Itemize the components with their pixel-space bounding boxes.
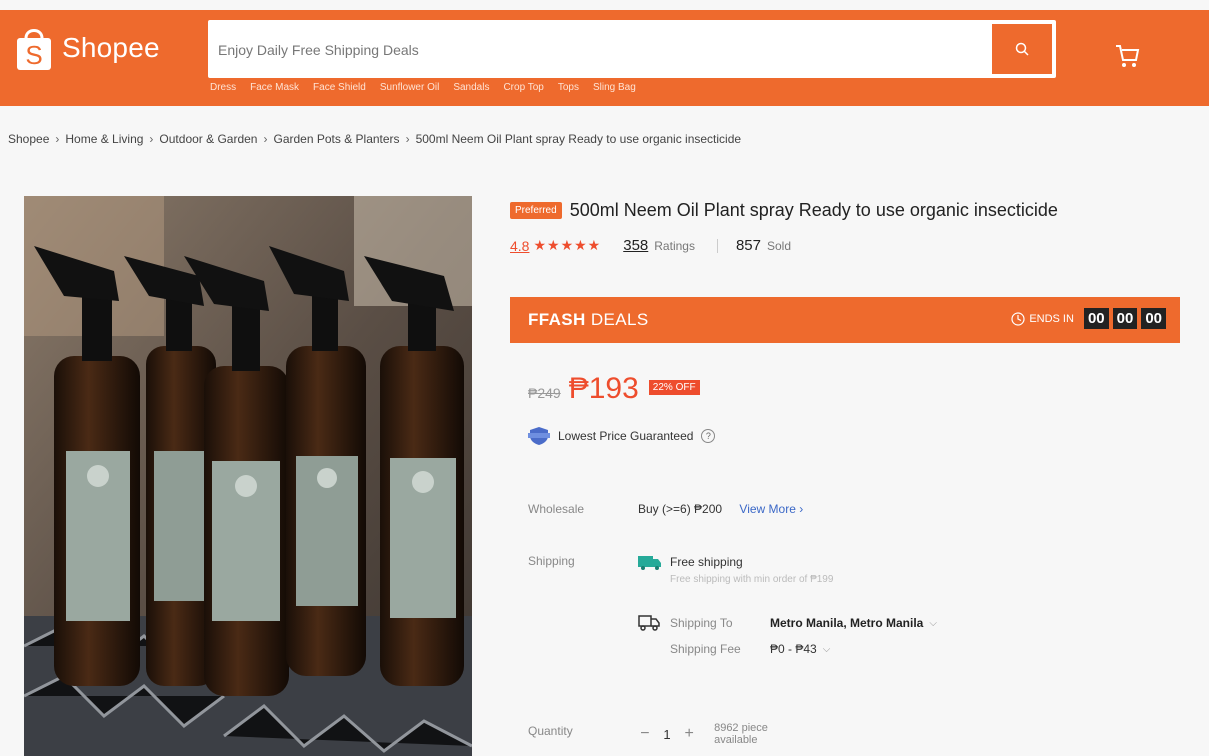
quantity-input[interactable]: 1 bbox=[652, 727, 682, 742]
wholesale-value: Buy (>=6) ₱200 View More › bbox=[638, 502, 803, 516]
original-price: ₱249 bbox=[528, 385, 561, 401]
flash-deals-title: FFASH DEALS bbox=[528, 310, 649, 330]
shipping-destination: Shipping To Metro Manila, Metro Manila ⌵… bbox=[638, 610, 1058, 662]
stats-divider bbox=[716, 238, 718, 253]
free-shipping-icon bbox=[638, 556, 661, 570]
free-shipping-block: Free shipping Free shipping with min ord… bbox=[638, 554, 1038, 585]
logo-letter: S bbox=[25, 40, 42, 70]
search-button[interactable] bbox=[992, 24, 1052, 74]
product-page: S Shopee Dress Face Mask bbox=[0, 0, 1209, 756]
shipping-fee-value[interactable]: ₱0 - ₱43 bbox=[770, 642, 817, 656]
timer-minutes: 00 bbox=[1112, 308, 1138, 329]
search-suggestions: Dress Face Mask Face Shield Sunflower Oi… bbox=[210, 82, 1110, 100]
wholesale-price: Buy (>=6) ₱200 bbox=[638, 502, 723, 516]
timer-seconds: 00 bbox=[1141, 308, 1166, 329]
ratings-label: Ratings bbox=[654, 238, 695, 253]
breadcrumb-item[interactable]: Garden Pots & Planters bbox=[273, 132, 399, 146]
flash-deals-title-a: FFASH bbox=[528, 310, 586, 329]
logo-text: Shopee bbox=[62, 32, 160, 63]
rating-stars: ★★★★★ bbox=[533, 237, 602, 253]
product-title: 500ml Neem Oil Plant spray Ready to use … bbox=[569, 200, 1058, 220]
shipping-fee-label: Shipping Fee bbox=[670, 642, 741, 656]
flash-countdown: ENDS IN 00 00 00 bbox=[1011, 308, 1166, 329]
chevron-down-icon[interactable]: ⌵ bbox=[929, 618, 937, 629]
clock-icon bbox=[1011, 311, 1025, 326]
sale-price: ₱193 bbox=[568, 372, 639, 405]
stock-available: 8962 piece available bbox=[714, 722, 768, 746]
shopee-logo[interactable]: S Shopee bbox=[14, 20, 160, 76]
suggestion-link[interactable]: Sandals bbox=[453, 82, 489, 100]
shipping-to-value[interactable]: Metro Manila, Metro Manila bbox=[770, 616, 923, 630]
price-guarantee: Lowest Price Guaranteed ? bbox=[528, 426, 716, 446]
shipping-to-line: Shipping To Metro Manila, Metro Manila ⌵ bbox=[638, 610, 1058, 636]
product-photo bbox=[24, 196, 472, 756]
cart-button[interactable] bbox=[1112, 40, 1142, 70]
breadcrumb-item[interactable]: Home & Living bbox=[65, 132, 143, 146]
free-shipping-condition: Free shipping with min order of ₱199 bbox=[670, 574, 834, 585]
free-shipping-text: Free shipping bbox=[670, 555, 743, 569]
breadcrumb-item[interactable]: Shopee bbox=[8, 132, 49, 146]
timer-hours: 00 bbox=[1083, 308, 1109, 329]
quantity-row: Quantity − 1 + 8962 piece available bbox=[528, 722, 768, 746]
sold-label: Sold bbox=[766, 238, 792, 253]
truck-icon bbox=[638, 615, 660, 631]
product-image[interactable] bbox=[24, 196, 472, 756]
suggestion-link[interactable]: Crop Top bbox=[503, 82, 543, 100]
search-input[interactable] bbox=[216, 24, 990, 76]
preferred-badge: Preferred bbox=[510, 202, 562, 219]
search-icon bbox=[1015, 42, 1029, 56]
increase-quantity-button[interactable]: + bbox=[682, 725, 696, 743]
view-more-link[interactable]: View More › bbox=[739, 502, 803, 516]
product-title-row: Preferred 500ml Neem Oil Plant spray Rea… bbox=[510, 200, 1190, 221]
breadcrumb-separator: › bbox=[405, 132, 410, 146]
shipping-label: Shipping bbox=[528, 554, 575, 568]
suggestion-link[interactable]: Sling Bag bbox=[593, 82, 636, 100]
discount-badge: 22% OFF bbox=[648, 380, 700, 395]
ends-in-label: ENDS IN bbox=[1029, 312, 1074, 325]
wholesale-row: Wholesale Buy (>=6) ₱200 View More › bbox=[528, 502, 803, 516]
header-bar: S Shopee Dress Face Mask bbox=[0, 10, 1209, 106]
ratings-count[interactable]: 358 bbox=[623, 237, 648, 254]
breadcrumb: Shopee › Home & Living › Outdoor & Garden › Ga… bbox=[8, 132, 741, 146]
decrease-quantity-button[interactable]: − bbox=[638, 725, 652, 743]
breadcrumb-separator: › bbox=[55, 132, 60, 146]
search-bar bbox=[208, 20, 1056, 78]
rating-value[interactable]: 4.8 bbox=[510, 238, 529, 254]
suggestion-link[interactable]: Dress bbox=[210, 82, 236, 100]
shipping-to-label: Shipping To bbox=[670, 616, 733, 630]
breadcrumb-separator: › bbox=[149, 132, 154, 146]
wholesale-label: Wholesale bbox=[528, 502, 585, 516]
product-stats: 4.8 ★★★★★ 358 Ratings 857 Sold bbox=[510, 237, 1190, 254]
suggestion-link[interactable]: Sunflower Oil bbox=[380, 82, 439, 100]
price-row: ₱249 ₱193 22% OFF bbox=[528, 372, 700, 406]
suggestion-link[interactable]: Face Mask bbox=[250, 82, 299, 100]
breadcrumb-separator: › bbox=[263, 132, 268, 146]
guarantee-text: Lowest Price Guaranteed bbox=[558, 429, 694, 443]
flash-deals-bar: FFASH DEALS ENDS IN 00 00 00 bbox=[510, 297, 1180, 343]
quantity-label: Quantity bbox=[528, 724, 573, 738]
product-details: Preferred 500ml Neem Oil Plant spray Rea… bbox=[510, 200, 1190, 746]
shipping-row: Shipping Free shipping Free shipping wit… bbox=[528, 554, 937, 656]
free-shipping-line: Free shipping bbox=[638, 554, 1038, 570]
chevron-down-icon[interactable]: ⌵ bbox=[823, 644, 831, 655]
shopee-bag-icon: S bbox=[14, 24, 54, 72]
suggestion-link[interactable]: Tops bbox=[558, 82, 579, 100]
shield-icon bbox=[528, 427, 550, 445]
breadcrumb-current: 500ml Neem Oil Plant spray Ready to use … bbox=[415, 132, 742, 146]
breadcrumb-item[interactable]: Outdoor & Garden bbox=[159, 132, 257, 146]
shipping-fee-line: Shipping Fee ₱0 - ₱43 ⌵ bbox=[638, 636, 1058, 662]
flash-deals-title-b: DEALS bbox=[585, 310, 649, 329]
sold-count: 857 bbox=[735, 237, 761, 254]
quantity-stepper: − 1 + 8962 piece available bbox=[638, 722, 783, 746]
suggestion-link[interactable]: Face Shield bbox=[313, 82, 366, 100]
cart-icon bbox=[1116, 45, 1140, 67]
help-icon[interactable]: ? bbox=[701, 429, 716, 443]
